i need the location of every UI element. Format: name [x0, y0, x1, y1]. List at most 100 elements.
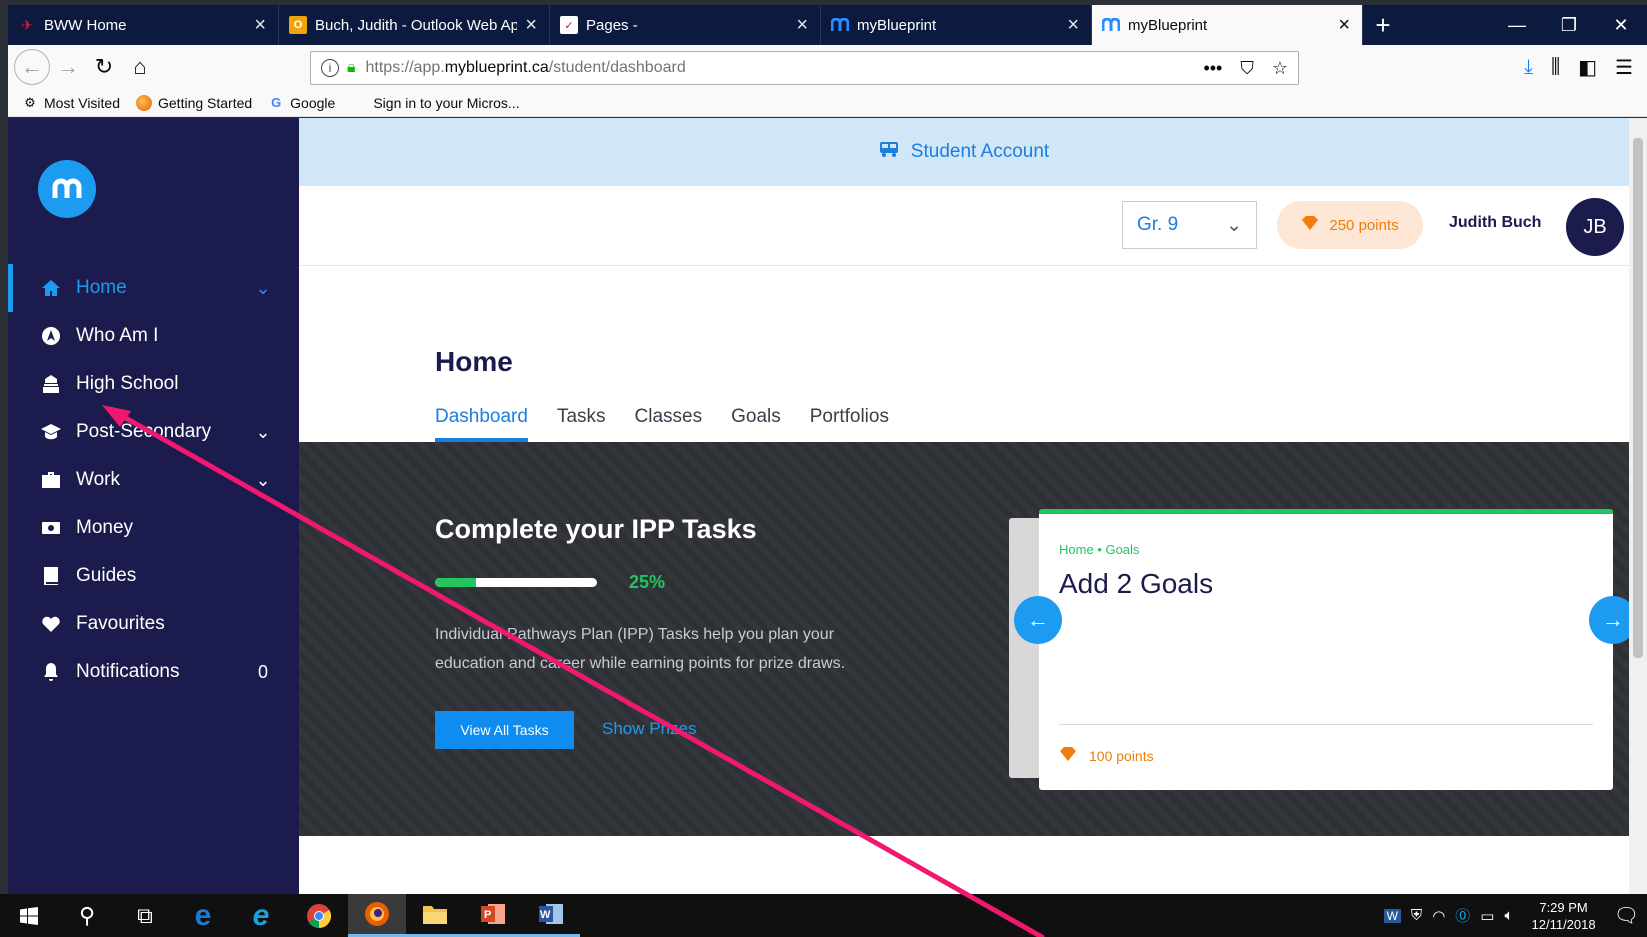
close-tab-icon[interactable]: × [796, 15, 808, 35]
system-tray: W ⛨ ◠ ⓪ ▭ 🔈︎ 7:29 PM 12/11/2018 🗨︎ [1383, 899, 1647, 933]
view-all-tasks-button[interactable]: View All Tasks [435, 711, 574, 749]
page-actions-icon[interactable]: ••• [1203, 58, 1222, 79]
forward-button[interactable]: → [50, 49, 86, 85]
bww-logo-icon: ✈ [21, 16, 33, 33]
chevron-down-icon[interactable]: ⌄ [243, 422, 283, 443]
windows-start-icon[interactable] [0, 894, 58, 937]
sidebar-item-notifications[interactable]: Notifications 0 [8, 648, 299, 696]
myblueprint-logo[interactable] [38, 160, 96, 218]
firefox-icon[interactable] [348, 894, 406, 937]
page-scrollbar[interactable] [1629, 118, 1647, 894]
chevron-down-icon[interactable]: ⌄ [243, 278, 283, 299]
back-button[interactable]: ← [14, 49, 50, 85]
edge-tray-icon[interactable]: ⓪ [1455, 905, 1470, 926]
sidebar-item-label: Money [76, 517, 134, 538]
points-value: 250 points [1329, 216, 1399, 234]
wifi-icon[interactable]: ◠ [1432, 907, 1445, 925]
banner-label: Student Account [910, 141, 1050, 162]
home-icon [40, 277, 62, 299]
browser-tab-active[interactable]: myBlueprint × [1092, 5, 1363, 45]
bookmark-item[interactable]: Sign in to your Micros... [351, 95, 519, 111]
task-card-points: 100 points [1059, 746, 1154, 765]
tab-tasks[interactable]: Tasks [557, 392, 606, 442]
bookmark-label: Google [290, 94, 336, 111]
task-view-icon[interactable]: ⧉ [116, 894, 174, 937]
chrome-icon[interactable] [290, 894, 348, 937]
home-button[interactable]: ⌂ [122, 49, 158, 85]
minimize-icon[interactable]: — [1491, 5, 1543, 45]
sidebar-item-high-school[interactable]: High School [8, 360, 299, 408]
lock-icon[interactable]: 🔒︎ [347, 59, 356, 77]
carousel-prev-button[interactable]: ← [1014, 596, 1062, 644]
search-icon[interactable]: ⚲ [58, 894, 116, 937]
task-card[interactable]: Home • Goals Add 2 Goals 100 points [1039, 509, 1613, 790]
taskbar-clock[interactable]: 7:29 PM 12/11/2018 [1532, 899, 1596, 933]
close-tab-icon[interactable]: × [1338, 15, 1350, 35]
grade-select[interactable]: Gr. 9 ⌄ [1122, 201, 1257, 249]
powerpoint-icon[interactable]: P [464, 894, 522, 937]
bookmark-star-icon[interactable]: ☆ [1272, 58, 1288, 79]
sidebar-item-money[interactable]: Money [8, 504, 299, 552]
battery-icon[interactable]: ▭ [1480, 907, 1494, 925]
close-tab-icon[interactable]: × [254, 15, 266, 35]
sidebar-item-favourites[interactable]: Favourites [8, 600, 299, 648]
reload-button[interactable]: ↻ [86, 49, 122, 85]
library-icon[interactable]: ⫼ [1551, 56, 1560, 79]
sidebar-item-who-am-i[interactable]: Who Am I [8, 312, 299, 360]
edge-icon[interactable]: e [174, 894, 232, 937]
browser-nav-bar: ← → ↻ ⌂ i 🔒︎ https://app.myblueprint.ca/… [8, 45, 1647, 89]
user-name[interactable]: Judith Buch [1449, 214, 1541, 232]
sidebar-item-post-secondary[interactable]: Post-Secondary ⌄ [8, 408, 299, 456]
word-tray-icon[interactable]: W [1383, 908, 1401, 923]
tab-portfolios[interactable]: Portfolios [810, 392, 889, 442]
myblueprint-icon [831, 16, 849, 34]
bookmark-item[interactable]: Getting Started [136, 94, 252, 111]
internet-explorer-icon[interactable]: e [232, 894, 290, 937]
task-card-title: Add 2 Goals [1059, 568, 1214, 599]
url-path: /student/dashboard [548, 59, 686, 76]
restore-icon[interactable]: ❐ [1543, 5, 1595, 45]
app-sidebar: Home ⌄ Who Am I High School Post-Seconda… [8, 118, 299, 894]
avatar[interactable]: JB [1566, 198, 1624, 256]
money-icon [40, 517, 62, 539]
new-tab-button[interactable]: + [1363, 5, 1403, 45]
action-center-icon[interactable]: 🗨︎ [1614, 903, 1639, 928]
sidebar-toggle-icon[interactable]: ◧ [1578, 55, 1597, 80]
url-bar[interactable]: i 🔒︎ https://app.myblueprint.ca/student/… [310, 51, 1299, 85]
carousel-next-button[interactable]: → [1589, 596, 1629, 644]
page-tabs: Dashboard Tasks Classes Goals Portfolios [435, 392, 889, 442]
close-tab-icon[interactable]: × [1067, 15, 1079, 35]
browser-tab[interactable]: ✓ Pages - × [550, 5, 821, 45]
close-window-icon[interactable]: ✕ [1595, 5, 1647, 45]
bookmark-item[interactable]: ⚙ Most Visited [22, 95, 120, 111]
points-badge[interactable]: 250 points [1277, 201, 1423, 249]
close-tab-icon[interactable]: × [525, 15, 537, 35]
chevron-down-icon[interactable]: ⌄ [243, 470, 283, 491]
clock-date: 12/11/2018 [1531, 916, 1596, 932]
scrollbar-thumb[interactable] [1633, 138, 1643, 658]
word-icon[interactable]: W [522, 894, 580, 937]
browser-tab[interactable]: myBlueprint × [821, 5, 1092, 45]
ipp-progress-fill [435, 578, 476, 587]
sidebar-item-home[interactable]: Home ⌄ [8, 264, 299, 312]
bookmark-item[interactable]: G Google [268, 95, 335, 111]
sidebar-item-work[interactable]: Work ⌄ [8, 456, 299, 504]
file-explorer-icon[interactable] [406, 894, 464, 937]
volume-icon[interactable]: 🔈︎ [1504, 907, 1513, 924]
firefox-icon [136, 94, 152, 111]
download-icon[interactable]: ⤓ [1524, 56, 1533, 79]
info-icon[interactable]: i [321, 59, 339, 77]
tab-dashboard[interactable]: Dashboard [435, 392, 528, 442]
svg-text:W: W [540, 909, 551, 921]
book-icon [40, 565, 62, 587]
myblueprint-icon [1102, 16, 1120, 34]
hamburger-menu-icon[interactable]: ☰ [1615, 55, 1633, 80]
tab-goals[interactable]: Goals [731, 392, 781, 442]
browser-tab[interactable]: ✈ BWW Home × [8, 5, 279, 45]
pocket-icon[interactable]: ⛉ [1240, 58, 1254, 79]
show-prizes-link[interactable]: Show Prizes [602, 719, 696, 739]
browser-tab[interactable]: O Buch, Judith - Outlook Web Ap × [279, 5, 550, 45]
sidebar-item-guides[interactable]: Guides [8, 552, 299, 600]
tab-classes[interactable]: Classes [635, 392, 703, 442]
security-shield-icon[interactable]: ⛨ [1411, 907, 1422, 924]
